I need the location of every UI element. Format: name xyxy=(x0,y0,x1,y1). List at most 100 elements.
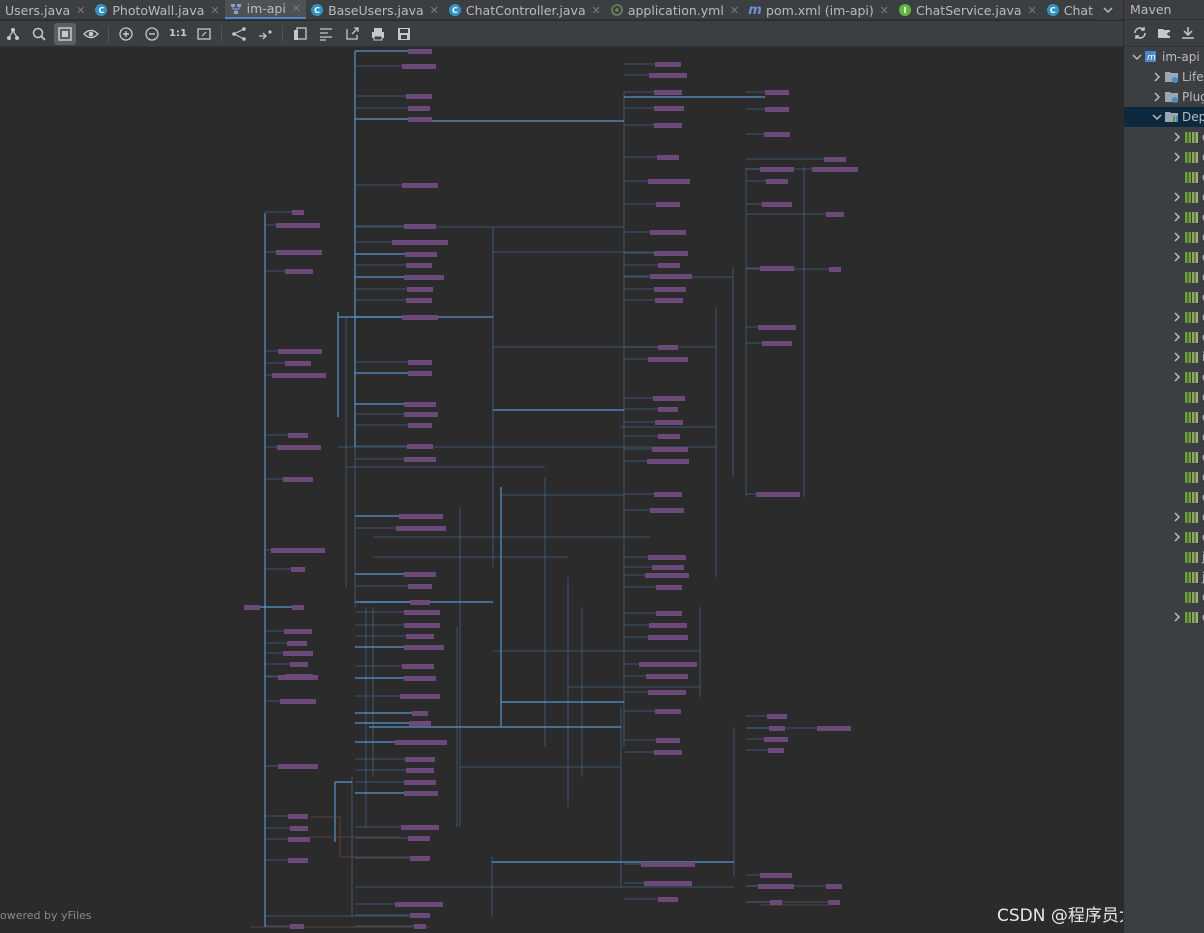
dependency-node[interactable] xyxy=(278,675,318,680)
close-tab-icon[interactable]: ✕ xyxy=(292,2,301,15)
dependency-node[interactable]: o xyxy=(1124,487,1204,507)
close-tab-icon[interactable]: ✕ xyxy=(592,4,601,17)
dependency-node[interactable] xyxy=(655,62,681,67)
dependency-node[interactable] xyxy=(658,434,680,439)
dependency-node[interactable] xyxy=(655,420,683,425)
dependency-node[interactable]: o xyxy=(1124,427,1204,447)
select-icon[interactable] xyxy=(54,22,76,45)
dependency-node[interactable] xyxy=(657,155,679,160)
dependency-node[interactable] xyxy=(406,634,434,639)
maven-folder-node[interactable]: Life xyxy=(1124,67,1204,87)
dependency-diagram-canvas[interactable]: owered by yFiles CSDN @程序员大佬超 xyxy=(0,47,1123,933)
dependency-node[interactable] xyxy=(826,212,844,217)
dependency-node[interactable]: j xyxy=(1124,547,1204,567)
dependency-node[interactable] xyxy=(285,361,311,366)
dependency-node[interactable]: o xyxy=(1124,587,1204,607)
dependency-node[interactable] xyxy=(288,837,310,842)
dependency-node[interactable]: i xyxy=(1124,347,1204,367)
dependency-node[interactable] xyxy=(284,629,312,634)
dependency-node[interactable] xyxy=(409,721,431,726)
dependency-node[interactable] xyxy=(765,107,789,112)
dependency-node[interactable] xyxy=(404,676,436,681)
dependency-node[interactable] xyxy=(652,565,684,570)
dependency-node[interactable] xyxy=(392,240,448,245)
tab-users-java[interactable]: Users.java ✕ xyxy=(0,0,90,19)
collapsed-chevron-icon[interactable] xyxy=(1170,310,1184,324)
collapsed-chevron-icon[interactable] xyxy=(1170,610,1184,624)
dependency-node[interactable]: o xyxy=(1124,147,1204,167)
close-tab-icon[interactable]: ✕ xyxy=(76,4,85,17)
dependency-node[interactable]: o xyxy=(1124,367,1204,387)
dependency-node[interactable] xyxy=(648,357,688,362)
dependency-node[interactable]: o xyxy=(1124,287,1204,307)
dependency-node[interactable] xyxy=(652,447,688,452)
dependency-node[interactable] xyxy=(272,373,326,378)
dependency-node[interactable] xyxy=(653,396,685,401)
collapsed-chevron-icon[interactable] xyxy=(1170,190,1184,204)
dependency-node[interactable] xyxy=(650,274,692,279)
dependency-node[interactable] xyxy=(401,825,439,830)
dependency-node[interactable] xyxy=(770,900,782,905)
dependency-node[interactable] xyxy=(408,423,432,428)
dependency-node[interactable] xyxy=(404,412,438,417)
dependency-node[interactable] xyxy=(402,64,436,69)
dependency-node[interactable] xyxy=(656,202,680,207)
reload-icon[interactable] xyxy=(1130,22,1150,44)
dependency-node[interactable] xyxy=(285,269,313,274)
dependency-node[interactable] xyxy=(648,179,690,184)
dependency-node[interactable] xyxy=(644,881,692,886)
dependency-node[interactable] xyxy=(654,251,688,256)
dependency-node[interactable] xyxy=(648,635,688,640)
maven-project-node[interactable]: m im-api xyxy=(1124,47,1204,67)
dependency-node[interactable] xyxy=(654,750,682,755)
dependency-node[interactable] xyxy=(404,572,436,577)
dependency-node[interactable] xyxy=(762,202,792,207)
dependency-node[interactable] xyxy=(408,49,432,54)
dependency-node[interactable]: o xyxy=(1124,527,1204,547)
maven-folder-node[interactable]: Dep xyxy=(1124,107,1204,127)
dependency-node[interactable] xyxy=(650,230,686,235)
show-eye-icon[interactable] xyxy=(80,23,102,45)
collapsed-chevron-icon[interactable] xyxy=(1170,530,1184,544)
dependency-node[interactable] xyxy=(826,884,842,889)
dependency-node[interactable] xyxy=(276,223,320,228)
collapsed-chevron-icon[interactable] xyxy=(1170,330,1184,344)
dependency-node[interactable] xyxy=(764,132,790,137)
layout-icon[interactable] xyxy=(2,23,24,45)
tab-baseusers-java[interactable]: C BaseUsers.java ✕ xyxy=(306,0,444,19)
dependency-node[interactable] xyxy=(654,287,686,292)
dependency-node[interactable] xyxy=(656,738,680,743)
dependency-node[interactable] xyxy=(649,73,687,78)
dependency-node[interactable] xyxy=(410,856,430,861)
dependency-node[interactable] xyxy=(404,645,444,650)
close-tab-icon[interactable]: ✕ xyxy=(430,4,439,17)
dependency-node[interactable]: o xyxy=(1124,267,1204,287)
dependency-node[interactable] xyxy=(414,924,426,929)
dependency-node[interactable] xyxy=(655,709,681,714)
dependency-node[interactable] xyxy=(769,726,785,731)
dependency-node[interactable] xyxy=(404,610,440,615)
dependency-node[interactable] xyxy=(407,287,433,292)
dependency-node[interactable] xyxy=(404,780,436,785)
dependency-node[interactable] xyxy=(658,897,678,902)
dependency-node[interactable] xyxy=(292,210,304,215)
collapsed-chevron-icon[interactable] xyxy=(1170,350,1184,364)
dependency-node[interactable] xyxy=(650,508,684,513)
dependency-node[interactable] xyxy=(654,492,682,497)
dependency-node[interactable] xyxy=(271,548,325,553)
dependency-node[interactable] xyxy=(812,167,858,172)
dependency-node[interactable] xyxy=(402,183,438,188)
dependency-node[interactable]: o xyxy=(1124,387,1204,407)
dependency-node[interactable] xyxy=(410,600,430,605)
dependency-node[interactable] xyxy=(408,371,432,376)
collapsed-chevron-icon[interactable] xyxy=(1170,210,1184,224)
dependency-node[interactable] xyxy=(408,106,430,111)
dependency-node[interactable] xyxy=(278,764,318,769)
dependency-node[interactable] xyxy=(404,224,436,229)
tab-pom-xml-im-api[interactable]: m pom.xml (im-api) ✕ xyxy=(744,0,894,19)
collapsed-chevron-icon[interactable] xyxy=(1170,150,1184,164)
dependency-node[interactable] xyxy=(658,345,678,350)
dependency-node[interactable] xyxy=(405,757,435,762)
dependency-node[interactable]: o xyxy=(1124,307,1204,327)
dependency-node[interactable] xyxy=(646,674,688,679)
